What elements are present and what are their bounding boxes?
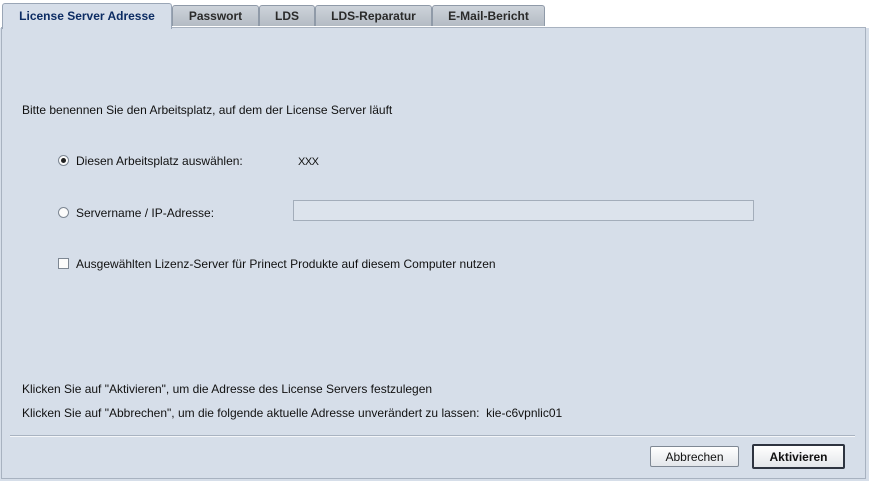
current-address: kie-c6vpnlic01 bbox=[486, 406, 563, 420]
info-activate-text: Klicken Sie auf "Aktivieren", um die Adr… bbox=[22, 382, 433, 396]
cancel-button[interactable]: Abbrechen bbox=[650, 446, 739, 467]
tab-lds-reparatur[interactable]: LDS-Reparatur bbox=[315, 5, 432, 26]
tab-bar: License Server Adresse Passwort LDS LDS-… bbox=[0, 0, 869, 29]
info-cancel-message: Klicken Sie auf "Abbrechen", um die folg… bbox=[22, 406, 480, 420]
radio-local-workstation[interactable] bbox=[58, 155, 69, 166]
intro-text: Bitte benennen Sie den Arbeitsplatz, auf… bbox=[22, 103, 393, 117]
tab-email-bericht[interactable]: E-Mail-Bericht bbox=[432, 5, 545, 26]
radio-local-workstation-label[interactable]: Diesen Arbeitsplatz auswählen: bbox=[76, 154, 243, 168]
tab-license-server-adresse[interactable]: License Server Adresse bbox=[2, 3, 172, 29]
local-workstation-name: XXX bbox=[298, 156, 319, 168]
info-cancel-text: Klicken Sie auf "Abbrechen", um die folg… bbox=[22, 406, 562, 420]
footer-divider bbox=[10, 435, 855, 437]
radio-selected-icon bbox=[61, 158, 66, 163]
use-server-checkbox-label[interactable]: Ausgewählten Lizenz-Server für Prinect P… bbox=[76, 257, 496, 271]
tab-lds[interactable]: LDS bbox=[259, 5, 315, 26]
radio-servername-label[interactable]: Servername / IP-Adresse: bbox=[76, 206, 214, 220]
use-server-checkbox[interactable] bbox=[58, 258, 69, 269]
tab-passwort[interactable]: Passwort bbox=[172, 5, 259, 26]
servername-input[interactable] bbox=[293, 200, 754, 221]
radio-servername[interactable] bbox=[58, 207, 69, 218]
activate-button[interactable]: Aktivieren bbox=[752, 444, 845, 469]
